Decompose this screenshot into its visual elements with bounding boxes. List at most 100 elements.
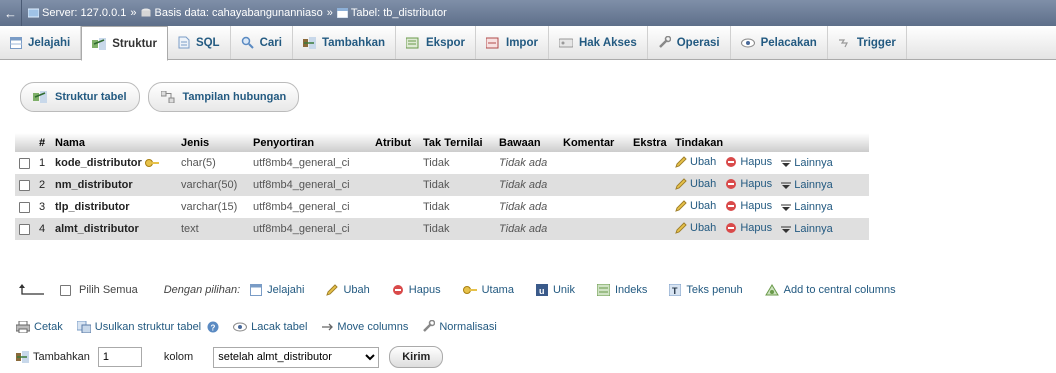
- submit-button[interactable]: Kirim: [389, 346, 444, 368]
- table-row: 4 almt_distributor text utf8mb4_general_…: [15, 218, 869, 240]
- breadcrumb-server[interactable]: Server: 127.0.0.1: [42, 7, 126, 19]
- row-checkbox[interactable]: [19, 223, 30, 235]
- more-icon: [781, 158, 792, 168]
- bulk-fulltext-button[interactable]: T Teks penuh: [669, 284, 743, 296]
- insert-icon: [302, 36, 316, 49]
- tab-browse[interactable]: Jelajahi: [0, 26, 82, 59]
- more-actions-link[interactable]: Lainnya: [781, 201, 833, 213]
- structure-table-button[interactable]: Struktur tabel: [20, 82, 140, 112]
- pencil-icon: [675, 199, 687, 212]
- pencil-icon: [326, 284, 339, 296]
- more-actions-link[interactable]: Lainnya: [781, 157, 833, 169]
- pencil-icon: [675, 221, 687, 234]
- move-columns-link[interactable]: Move columns: [321, 321, 408, 333]
- pencil-icon: [675, 155, 687, 168]
- svg-text:u: u: [539, 286, 545, 296]
- table-row: 3 tlp_distributor varchar(15) utf8mb4_ge…: [15, 196, 869, 218]
- search-icon: [241, 36, 254, 49]
- tab-import[interactable]: Impor: [476, 26, 549, 59]
- column-header: Bawaan: [495, 133, 559, 152]
- fulltext-icon: T: [669, 284, 682, 296]
- column-name: tlp_distributor: [51, 196, 177, 218]
- drop-icon: [725, 222, 737, 234]
- tab-privileges[interactable]: Hak Akses: [549, 26, 648, 59]
- tab-sql[interactable]: SQL: [168, 26, 231, 59]
- bulk-central-columns-button[interactable]: Add to central columns: [764, 284, 896, 296]
- drop-column-link[interactable]: Hapus: [725, 200, 772, 212]
- column-header: Tak Ternilai: [419, 133, 495, 152]
- drop-column-link[interactable]: Hapus: [725, 222, 772, 234]
- tab-insert[interactable]: Tambahkan: [293, 26, 397, 59]
- table-icon: [336, 7, 349, 19]
- breadcrumb-database[interactable]: Basis data: cahayabangunanniaso: [155, 7, 323, 19]
- column-header: Jenis: [177, 133, 249, 152]
- import-icon: [486, 37, 500, 49]
- normalize-link[interactable]: Normalisasi: [422, 320, 497, 333]
- relation-view-button[interactable]: Tampilan hubungan: [147, 82, 300, 112]
- bulk-primary-button[interactable]: Utama: [462, 284, 514, 296]
- drop-column-link[interactable]: Hapus: [725, 156, 772, 168]
- tab-tracking[interactable]: Pelacakan: [731, 26, 828, 59]
- tab-structure[interactable]: Struktur: [81, 26, 168, 61]
- tab-export[interactable]: Ekspor: [396, 26, 477, 59]
- back-arrow-icon[interactable]: ←: [0, 0, 22, 26]
- column-header[interactable]: Nama: [51, 133, 177, 152]
- browse-icon: [250, 284, 263, 296]
- bulk-index-button[interactable]: Indeks: [596, 284, 647, 296]
- column-position-select[interactable]: setelah almt_distributor: [213, 346, 380, 368]
- tab-triggers[interactable]: Trigger: [828, 26, 907, 59]
- relation-icon: [160, 91, 175, 103]
- database-icon: [141, 8, 152, 18]
- select-all-checkbox[interactable]: [60, 284, 71, 296]
- bulk-browse-button[interactable]: Jelajahi: [250, 284, 304, 296]
- column-header: Tindakan: [671, 133, 869, 152]
- edit-column-link[interactable]: Ubah: [675, 156, 716, 168]
- select-all-label[interactable]: Pilih Semua: [79, 284, 138, 296]
- tab-operations[interactable]: Operasi: [648, 26, 731, 59]
- normalize-icon: [422, 320, 436, 333]
- drop-icon: [725, 200, 737, 212]
- columns-unit-label: kolom: [163, 351, 194, 363]
- edit-column-link[interactable]: Ubah: [675, 178, 716, 190]
- edit-column-link[interactable]: Ubah: [675, 200, 716, 212]
- column-header: Ekstra: [629, 133, 671, 152]
- drop-icon: [725, 178, 737, 190]
- bulk-drop-button[interactable]: Hapus: [392, 284, 441, 296]
- structure-links: Cetak Usulkan struktur tabel ? Lacak tab…: [16, 320, 511, 333]
- table-header-row: # Nama Jenis Penyortiran Atribut Tak Ter…: [15, 133, 869, 152]
- structure-table: # Nama Jenis Penyortiran Atribut Tak Ter…: [15, 133, 869, 240]
- breadcrumb-table[interactable]: Tabel: tb_distributor: [351, 7, 447, 19]
- column-name: kode_distributor: [55, 157, 142, 169]
- column-count-input[interactable]: [97, 347, 142, 367]
- bulk-edit-button[interactable]: Ubah: [326, 284, 370, 296]
- column-name: nm_distributor: [51, 174, 177, 196]
- triggers-icon: [838, 37, 851, 49]
- privileges-icon: [558, 38, 573, 48]
- print-link[interactable]: Cetak: [16, 320, 63, 333]
- index-icon: [596, 284, 610, 296]
- svg-text:?: ?: [211, 323, 216, 332]
- server-icon: [27, 8, 40, 18]
- edit-column-link[interactable]: Ubah: [675, 222, 716, 234]
- select-all-arrow-icon: [18, 284, 46, 296]
- tab-search[interactable]: Cari: [231, 26, 293, 59]
- drop-column-link[interactable]: Hapus: [725, 178, 772, 190]
- more-actions-link[interactable]: Lainnya: [781, 223, 833, 235]
- row-checkbox[interactable]: [19, 157, 30, 169]
- more-icon: [781, 180, 792, 190]
- track-table-link[interactable]: Lacak tabel: [233, 321, 307, 333]
- more-actions-link[interactable]: Lainnya: [781, 179, 833, 191]
- with-selected-label: Dengan pilihan:: [163, 284, 241, 296]
- primary-key-icon: [462, 285, 477, 295]
- propose-structure-link[interactable]: Usulkan struktur tabel ?: [76, 320, 219, 333]
- column-header: Atribut: [371, 133, 419, 152]
- insert-icon: [16, 351, 29, 363]
- bulk-unique-button[interactable]: u Unik: [535, 284, 575, 296]
- export-icon: [406, 37, 420, 49]
- row-checkbox[interactable]: [19, 179, 30, 191]
- structure-icon: [92, 37, 107, 50]
- help-icon[interactable]: ?: [207, 321, 219, 333]
- table-tabs: Jelajahi Struktur SQL Cari Tambahkan Eks…: [0, 26, 1056, 61]
- move-columns-icon: [321, 321, 334, 333]
- row-checkbox[interactable]: [19, 201, 30, 213]
